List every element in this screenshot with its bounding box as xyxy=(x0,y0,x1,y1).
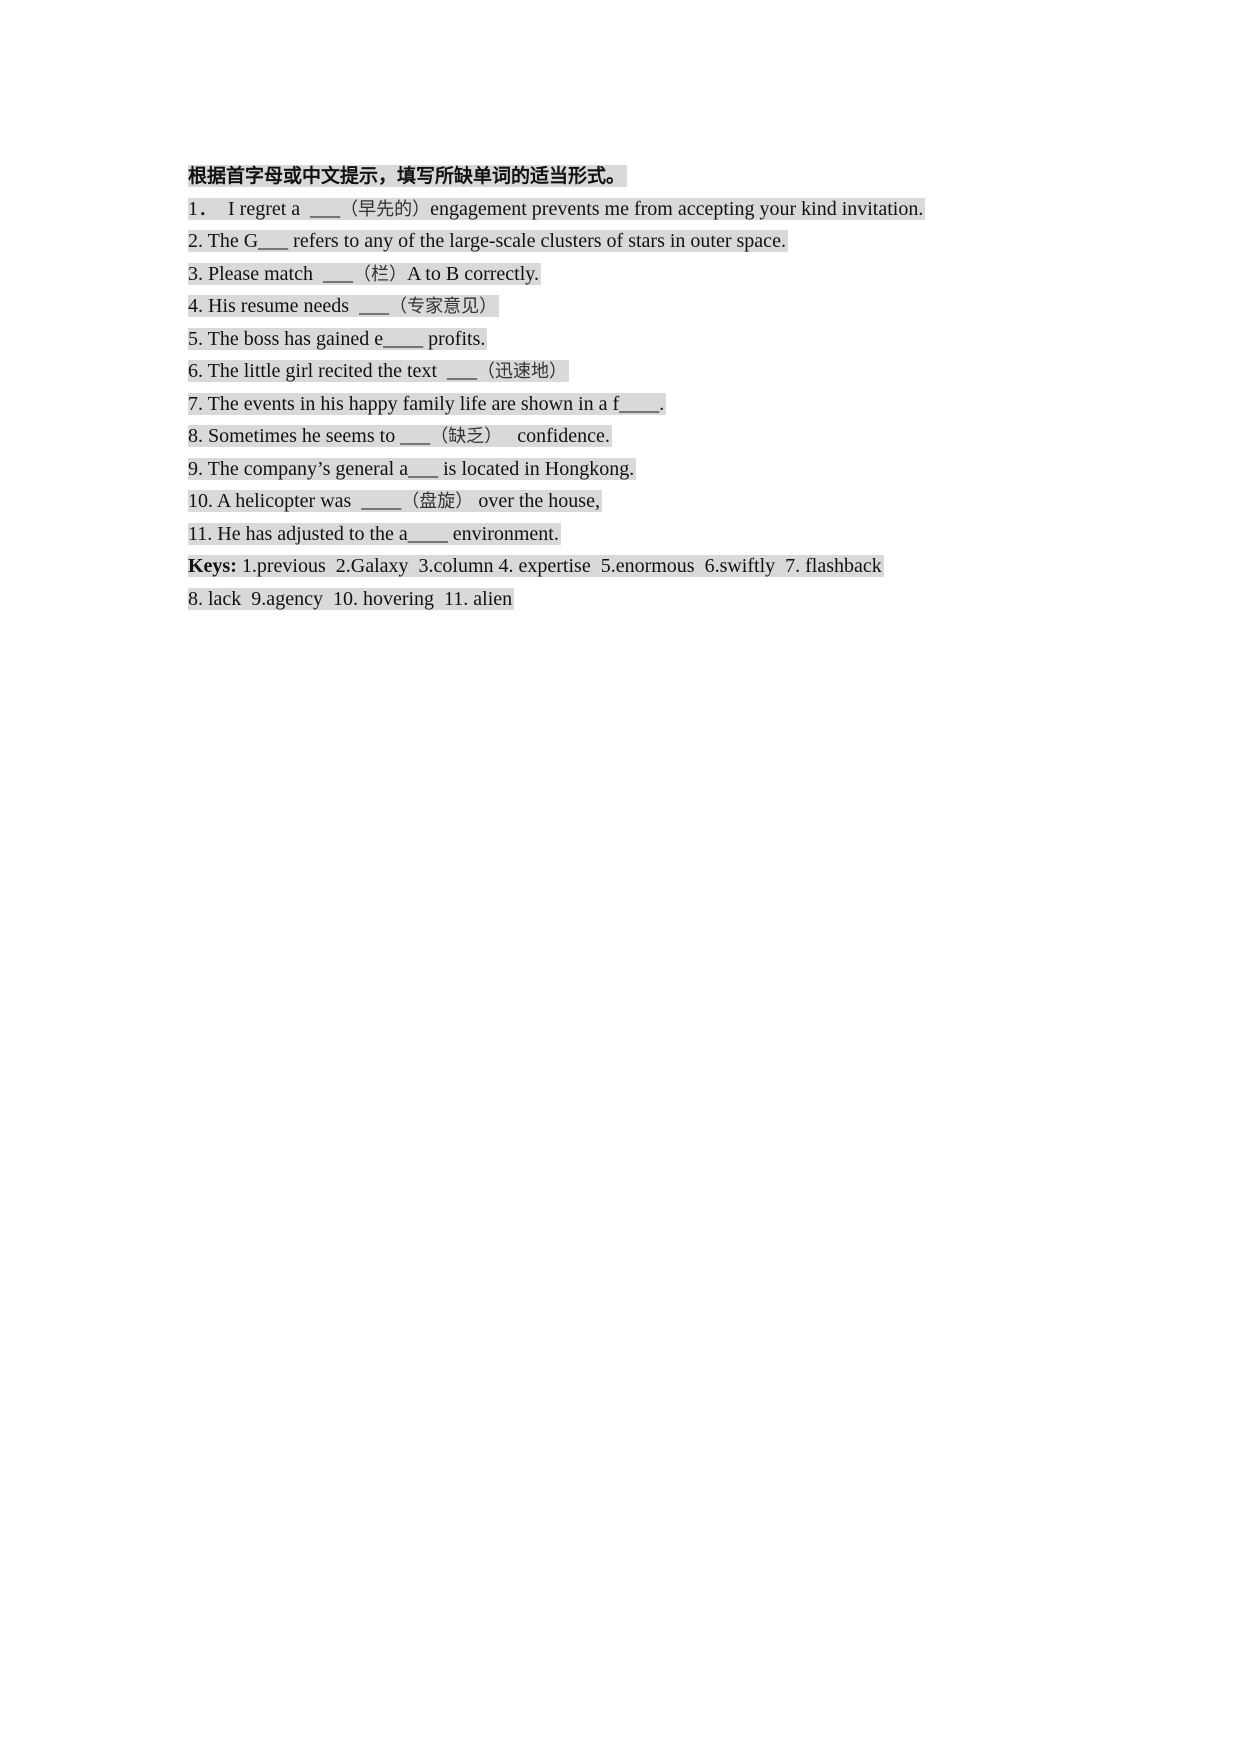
question-text: 2. The G___ refers to any of the large-s… xyxy=(188,230,786,252)
chinese-hint: （盘旋） xyxy=(401,491,474,512)
question-line: 5. The boss has gained e____ profits. xyxy=(188,323,1088,356)
question-text: 11. He has adjusted to the a____ environ… xyxy=(188,522,559,545)
question-text: 7. The events in his happy family life a… xyxy=(188,392,665,415)
question-line: 2. The G___ refers to any of the large-s… xyxy=(188,225,1088,258)
chinese-hint: （早先的） xyxy=(340,198,431,220)
chinese-hint: （专家意见） xyxy=(389,296,498,317)
question-text: 6. The little girl recited the text ___ xyxy=(188,360,477,382)
question-line: 1． I regret a ___（早先的）engagement prevent… xyxy=(188,193,1088,226)
question-text: 4. His resume needs ___ xyxy=(188,295,390,317)
instruction-line: 根据首字母或中文提示，填写所缺单词的适当形式。 xyxy=(188,160,1088,193)
question-line: 8. Sometimes he seems to ___（缺乏） confide… xyxy=(188,420,1088,453)
question-line: 6. The little girl recited the text ___（… xyxy=(188,355,1088,388)
question-text: 9. The company’s general a___ is located… xyxy=(188,457,635,480)
question-text: 5. The boss has gained e____ profits. xyxy=(188,327,486,350)
keys-line-1: Keys: 1.previous 2.Galaxy 3.column 4. ex… xyxy=(188,550,1088,583)
question-line: 11. He has adjusted to the a____ environ… xyxy=(188,518,1088,551)
question-line: 3. Please match ___（栏）A to B correctly. xyxy=(188,258,1088,291)
question-line: 7. The events in his happy family life a… xyxy=(188,388,1088,421)
question-text: 1． I regret a ___ xyxy=(188,197,341,220)
question-text: 10. A helicopter was ____ xyxy=(188,490,402,512)
question-line: 10. A helicopter was ____（盘旋） over the h… xyxy=(188,485,1088,518)
question-text: 8. Sometimes he seems to ___ xyxy=(188,425,431,447)
chinese-hint: （缺乏） xyxy=(430,426,503,447)
question-line: 4. His resume needs ___（专家意见） xyxy=(188,290,1088,323)
keys-line-2: 8. lack 9.agency 10. hovering 11. alien xyxy=(188,583,1088,616)
question-list: 1． I regret a ___（早先的）engagement prevent… xyxy=(188,193,1088,551)
chinese-hint: （迅速地） xyxy=(477,361,567,382)
question-text-continued: confidence. xyxy=(502,425,610,447)
keys-text-1: 1.previous 2.Galaxy 3.column 4. expertis… xyxy=(236,555,882,577)
question-text-continued: engagement prevents me from accepting yo… xyxy=(430,197,924,220)
document-page: 根据首字母或中文提示，填写所缺单词的适当形式。 1． I regret a __… xyxy=(188,160,1088,615)
question-text-continued: over the house, xyxy=(473,490,600,512)
chinese-hint: （栏） xyxy=(352,263,407,285)
question-text-continued: A to B correctly. xyxy=(406,262,539,285)
keys-label: Keys: xyxy=(188,555,237,577)
question-line: 9. The company’s general a___ is located… xyxy=(188,453,1088,486)
question-text: 3. Please match ___ xyxy=(188,262,353,285)
instruction-text: 根据首字母或中文提示，填写所缺单词的适当形式。 xyxy=(188,165,628,187)
keys-text-2: 8. lack 9.agency 10. hovering 11. alien xyxy=(188,587,515,610)
